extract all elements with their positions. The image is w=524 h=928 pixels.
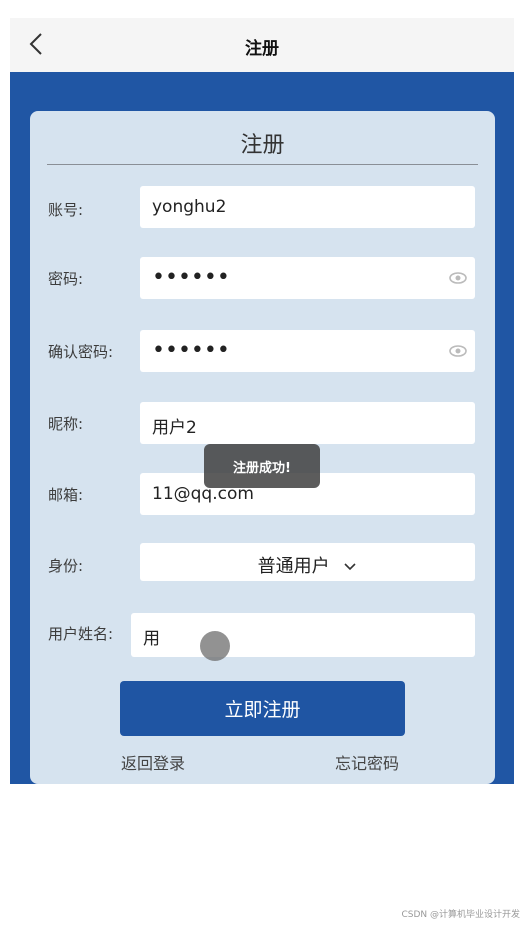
role-select[interactable]: 普通用户 (140, 543, 475, 581)
nickname-input[interactable]: 用户2 (140, 402, 475, 444)
account-input[interactable]: yonghu2 (140, 186, 475, 228)
role-value: 普通用户 (257, 556, 330, 577)
form-title: 注册 (240, 133, 285, 158)
account-label: 账号: (48, 201, 84, 219)
password-value: •••••• (152, 265, 230, 290)
confirm-password-label: 确认密码: (48, 343, 114, 361)
chevron-down-icon (344, 563, 356, 571)
page-title: 注册 (245, 39, 279, 59)
nickname-value: 用户2 (152, 418, 197, 438)
back-to-login-link[interactable]: 返回登录 (121, 750, 185, 774)
forgot-password-link[interactable]: 忘记密码 (335, 750, 399, 774)
confirm-password-value: •••••• (152, 338, 230, 363)
email-label: 邮箱: (48, 486, 84, 504)
username-value: 用 (143, 629, 160, 649)
eye-icon[interactable] (449, 342, 467, 360)
role-label: 身份: (48, 557, 84, 575)
confirm-password-input[interactable]: •••••• (140, 330, 475, 372)
eye-icon[interactable] (449, 269, 467, 287)
watermark: CSDN @计算机毕业设计开发 (401, 910, 520, 920)
password-label: 密码: (48, 270, 84, 288)
divider (47, 164, 478, 165)
top-nav-bar: 注册 (10, 18, 514, 72)
touch-indicator (200, 631, 230, 661)
username-input[interactable]: 用 (131, 613, 475, 657)
username-label: 用户姓名: (48, 625, 114, 643)
password-input[interactable]: •••••• (140, 257, 475, 299)
success-toast: 注册成功! (204, 444, 320, 488)
nickname-label: 昵称: (48, 415, 84, 433)
account-value: yonghu2 (152, 197, 227, 217)
register-submit-button[interactable]: 立即注册 (120, 681, 405, 736)
